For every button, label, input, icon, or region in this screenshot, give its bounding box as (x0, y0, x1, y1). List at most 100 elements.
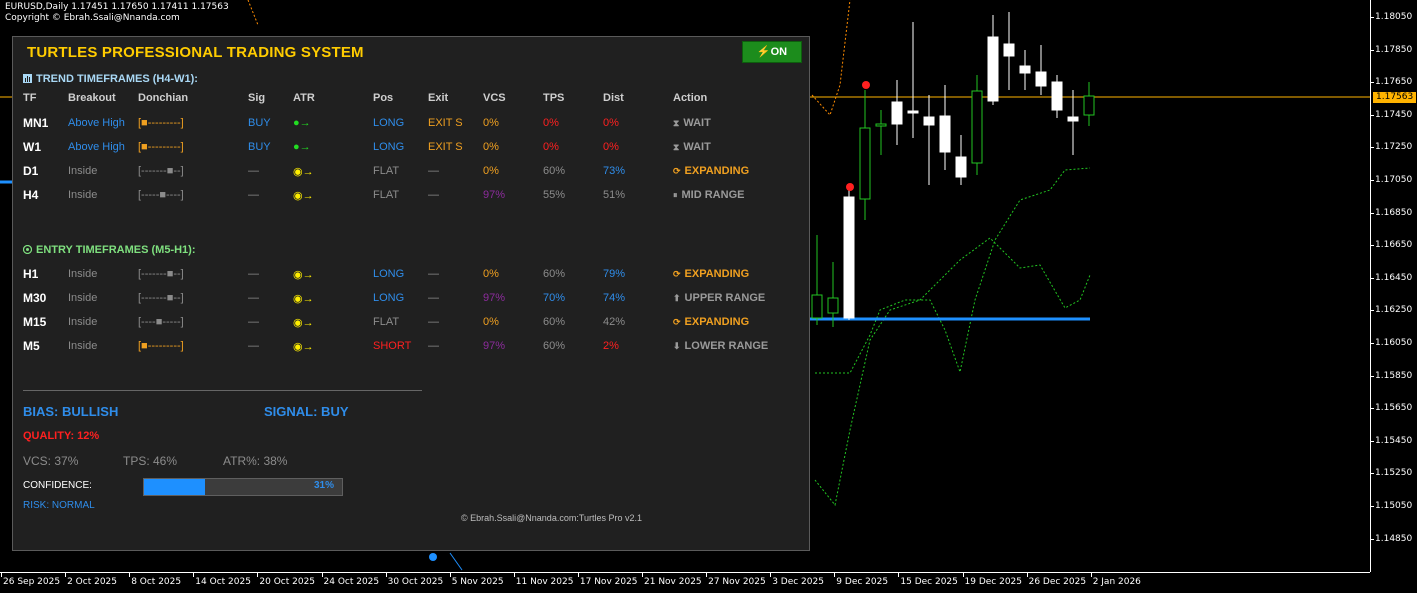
cell-dist: 0% (603, 117, 619, 129)
tps-stat: TPS: 46% (123, 454, 178, 468)
date-tick-label: 2 Oct 2025 (65, 573, 118, 587)
cell-atr: ◉→ (293, 341, 314, 353)
chart-icon (23, 74, 32, 83)
trend-section-title: TREND TIMEFRAMES (H4-W1): (23, 73, 198, 85)
cell-action: ⟳ EXPANDING (673, 268, 749, 280)
bear-candle (939, 115, 951, 153)
price-tick-label: 1.15050 (1369, 501, 1413, 511)
cell-exit: EXIT S (428, 117, 463, 129)
cell-pos: LONG (373, 141, 405, 153)
bear-candle (1067, 116, 1079, 122)
cell-exit: — (428, 189, 439, 201)
column-header-exit: Exit (428, 92, 449, 104)
price-tick-label: 1.15850 (1369, 370, 1413, 381)
on-toggle-button[interactable]: ⚡ON (742, 41, 802, 63)
cell-donchian: [-----■----] (138, 189, 184, 201)
lightning-icon: ⚡ (756, 46, 771, 58)
signal-dot (429, 553, 437, 561)
price-tick-label: 1.16050 (1369, 338, 1413, 348)
cell-donchian: [-------■--] (138, 292, 184, 304)
cell-dist: 79% (603, 268, 626, 280)
pause-icon: ⏸ (673, 190, 678, 200)
cell-donchian: [■---------] (138, 340, 184, 352)
chart-header: EURUSD,Daily 1.17451 1.17650 1.17411 1.1… (5, 2, 229, 24)
cell-sig: — (248, 189, 259, 201)
atr-stat: ATR%: 38% (223, 454, 288, 468)
cell-pos: LONG (373, 268, 405, 280)
risk-label: RISK: NORMAL (23, 500, 95, 511)
column-header-tps: TPS (543, 92, 565, 104)
price-axis[interactable]: 1.17563 1.18050 1.17850 1.17650 1.17450 1.17… (1369, 0, 1417, 572)
date-tick-label: 15 Dec 2025 (898, 573, 958, 587)
target-icon (23, 245, 32, 254)
cell-tps: 70% (543, 292, 566, 304)
divider (23, 390, 422, 391)
cell-breakout: Inside (68, 340, 98, 352)
cell-action: ⬆ UPPER RANGE (673, 292, 765, 304)
bias-label: BIAS: BULLISH (23, 404, 119, 419)
cell-action: ⧗ WAIT (673, 141, 711, 153)
down-arrow-icon: ⬇ (673, 341, 681, 351)
signal-tick (449, 552, 463, 571)
trend-title-text: TREND TIMEFRAMES (H4-W1): (36, 73, 198, 85)
cell-atr: ◉→ (293, 293, 314, 305)
price-tick-label: 1.17650 (1369, 77, 1413, 88)
bull-candle (1083, 95, 1095, 116)
cell-action: ⬇ LOWER RANGE (673, 340, 768, 352)
price-tick-label: 1.16850 (1369, 207, 1413, 218)
expand-icon: ⟳ (673, 317, 681, 327)
cell-tf: H1 (23, 267, 39, 281)
date-tick-label: 20 Oct 2025 (257, 573, 316, 587)
bull-candle (811, 294, 823, 319)
cell-tf: M5 (23, 339, 40, 353)
time-axis[interactable]: 26 Sep 2025 2 Oct 2025 8 Oct 2025 14 Oct 20… (0, 572, 1370, 593)
column-header-action: Action (673, 92, 708, 104)
column-header-dist: Dist (603, 92, 624, 104)
bull-candle (859, 127, 871, 200)
cell-sig: BUY (248, 141, 271, 153)
cell-breakout: Inside (68, 268, 98, 280)
cell-vcs: 0% (483, 316, 499, 328)
cell-breakout: Inside (68, 165, 98, 177)
entry-title-text: ENTRY TIMEFRAMES (M5-H1): (36, 244, 196, 256)
cell-atr: ●→ (293, 117, 311, 129)
cell-donchian: [■---------] (138, 141, 184, 153)
cell-vcs: 97% (483, 292, 506, 304)
date-tick-label: 26 Dec 2025 (1026, 573, 1087, 587)
date-tick-label: 8 Oct 2025 (129, 573, 182, 587)
confidence-fill (144, 479, 206, 495)
price-tick-label: 1.16650 (1369, 240, 1413, 251)
action-text: WAIT (683, 141, 711, 153)
price-tick-label: 1.17450 (1369, 109, 1413, 120)
cell-sig: — (248, 340, 259, 352)
entry-section-title: ENTRY TIMEFRAMES (M5-H1): (23, 244, 196, 256)
cell-exit: EXIT S (428, 141, 463, 153)
cell-breakout: Above High (68, 117, 125, 129)
cell-vcs: 0% (483, 117, 499, 129)
cell-exit: — (428, 316, 439, 328)
cell-breakout: Above High (68, 141, 125, 153)
date-tick-label: 14 Oct 2025 (193, 573, 251, 587)
price-tick-label: 1.15250 (1369, 468, 1413, 479)
bear-candle (1035, 71, 1047, 87)
price-tick-label: 1.16450 (1369, 272, 1413, 283)
cell-tps: 60% (543, 316, 566, 328)
bear-candle (1003, 43, 1015, 57)
cell-dist: 0% (603, 141, 619, 153)
confidence-percent: 31% (313, 480, 334, 491)
cell-tf: M30 (23, 291, 47, 305)
fractal-marker (846, 183, 854, 191)
cell-sig: — (248, 316, 259, 328)
date-tick-label: 3 Dec 2025 (770, 573, 824, 587)
cell-tf: D1 (23, 164, 39, 178)
fractal-marker (862, 81, 870, 89)
price-tick-label: 1.17050 (1369, 175, 1413, 185)
cell-tps: 0% (543, 117, 559, 129)
column-header-sig: Sig (248, 92, 266, 104)
cell-exit: — (428, 268, 439, 280)
cell-pos: LONG (373, 292, 405, 304)
action-text: WAIT (683, 117, 711, 129)
cell-tps: 60% (543, 165, 566, 177)
cell-dist: 51% (603, 189, 626, 201)
cell-tf: M15 (23, 315, 47, 329)
